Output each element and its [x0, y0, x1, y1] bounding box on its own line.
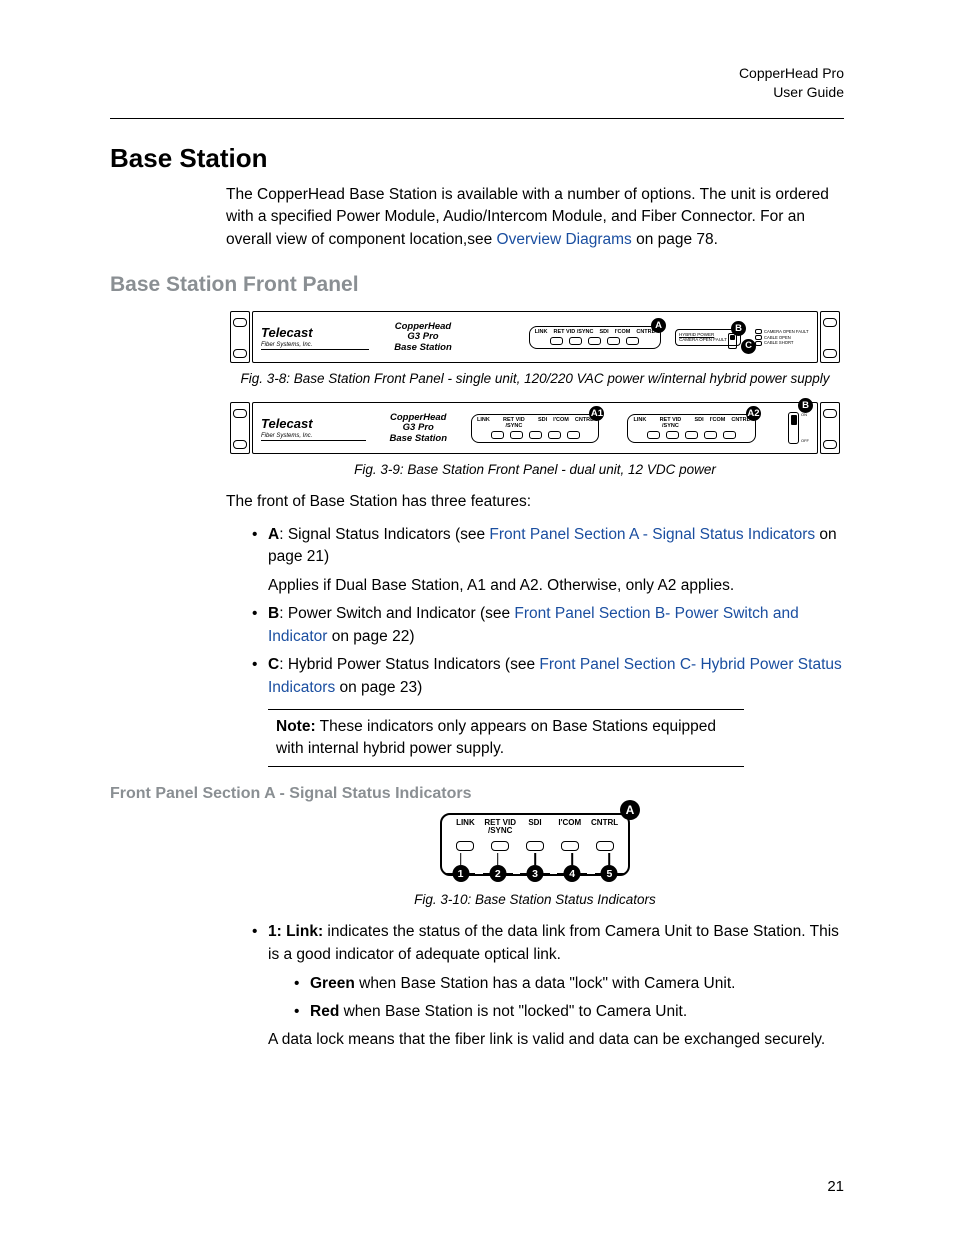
figure-3-8-caption: Fig. 3-8: Base Station Front Panel - sin…: [226, 371, 844, 386]
feature-c: C: Hybrid Power Status Indicators (see F…: [252, 654, 844, 699]
page-title: Base Station: [110, 143, 844, 174]
link-red: Red when Base Station is not "locked" to…: [294, 1000, 844, 1023]
front-panel-heading: Base Station Front Panel: [110, 273, 844, 297]
callout-b2: B: [798, 398, 813, 413]
feature-a: A: Signal Status Indicators (see Front P…: [252, 524, 844, 597]
callout-c: C: [741, 339, 756, 354]
overview-diagrams-link[interactable]: Overview Diagrams: [497, 231, 632, 248]
hybrid-status-block: C CAMERA OPEN FAULT CABLE OPEN CABLE SHO…: [755, 329, 809, 346]
note-box: Note: These indicators only appears on B…: [268, 709, 744, 766]
figure-3-10-caption: Fig. 3-10: Base Station Status Indicator…: [226, 892, 844, 907]
page-number: 21: [827, 1178, 844, 1195]
status-cluster-a: A LINKRET VID /SYNCSDII'COMCNTRL: [529, 326, 661, 349]
hybrid-power-block: B HYBRID POWER CAMERA OPEN FAULT: [675, 329, 741, 346]
link-closing: A data lock means that the fiber link is…: [268, 1029, 844, 1051]
figure-3-9-caption: Fig. 3-9: Base Station Front Panel - dua…: [226, 462, 844, 477]
model-label: CopperHead G3 Pro Base Station: [383, 322, 463, 353]
link-green: Green when Base Station has a data "lock…: [294, 972, 844, 995]
callout-a2: A2: [746, 406, 761, 421]
page-header: CopperHead Pro User Guide: [739, 64, 844, 102]
intro-paragraph: The CopperHead Base Station is available…: [226, 184, 844, 251]
link-indicator-item: 1: Link: indicates the status of the dat…: [252, 921, 844, 1051]
section-a-heading: Front Panel Section A - Signal Status In…: [110, 785, 844, 803]
header-sub: User Guide: [739, 83, 844, 102]
figure-3-8: Telecast Fiber Systems, Inc. CopperHead …: [226, 309, 844, 477]
features-list: A: Signal Status Indicators (see Front P…: [252, 524, 844, 699]
section-a-link[interactable]: Front Panel Section A - Signal Status In…: [489, 526, 815, 543]
status-cluster-a2: A2 LINKRET VID /SYNCSDII'COMCNTRL: [627, 414, 756, 443]
callout-a1: A1: [589, 406, 604, 421]
feature-a-applies: Applies if Dual Base Station, A1 and A2.…: [268, 575, 844, 597]
power-toggle: [728, 333, 737, 349]
feature-b: B: Power Switch and Indicator (see Front…: [252, 603, 844, 648]
brand-logo: Telecast Fiber Systems, Inc.: [261, 325, 369, 350]
rack-ear-right: [820, 311, 840, 363]
features-intro: The front of Base Station has three feat…: [226, 491, 844, 513]
status-cluster-a1: A1 LINKRET VID /SYNCSDII'COMCNTRL: [471, 414, 600, 443]
rack-ear-left: [230, 311, 250, 363]
callout-a: A: [651, 318, 666, 333]
figure-3-10: A LINK RET VID /SYNC SDI I'COM CNTRL: [226, 813, 844, 908]
header-product: CopperHead Pro: [739, 64, 844, 83]
header-rule: [110, 118, 844, 119]
power-toggle-dual: [788, 412, 799, 444]
